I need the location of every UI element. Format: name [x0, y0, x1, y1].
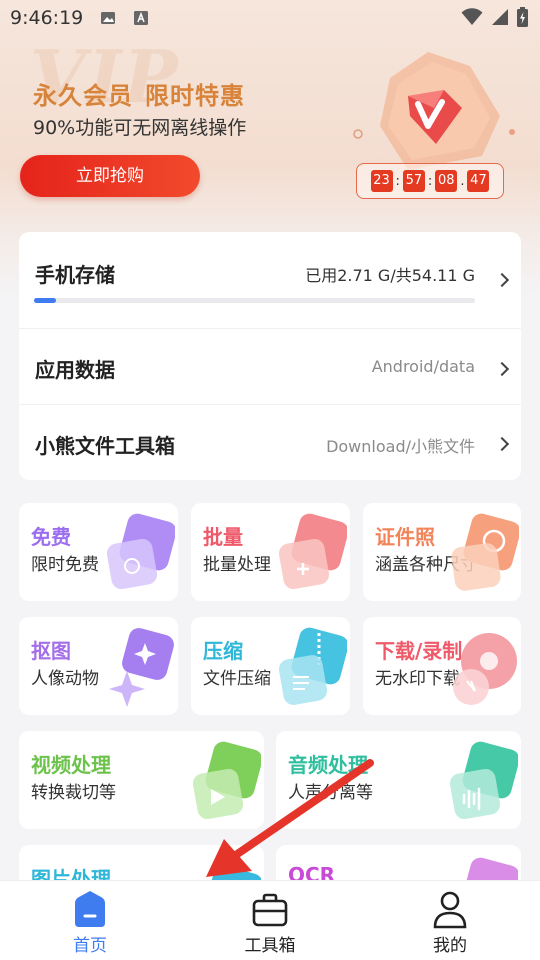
- storage-card: 手机存储 已用2.71 G/共54.11 G 应用数据 Android/data…: [19, 232, 521, 480]
- app-data-path: Android/data: [371, 357, 475, 376]
- tile-subtitle: 人像动物: [31, 669, 99, 689]
- phone-storage-row[interactable]: 手机存储 已用2.71 G/共54.11 G: [19, 232, 521, 328]
- download-disc-icon: [453, 633, 517, 705]
- status-time: 9:46:19: [10, 7, 84, 29]
- promo-title: 永久会员 限时特惠: [33, 76, 257, 111]
- chevron-right-icon: [494, 361, 510, 377]
- tile-free[interactable]: 免费 限时免费: [19, 503, 178, 601]
- briefcase-icon: [252, 893, 288, 927]
- nav-mine[interactable]: 我的: [360, 881, 540, 960]
- tile-download-record[interactable]: 下载/录制 无水印下载: [363, 617, 521, 715]
- tile-subtitle: 转换裁切等: [31, 783, 116, 803]
- nav-toolbox-label: 工具箱: [244, 936, 296, 956]
- storage-progress-bar: [34, 298, 475, 303]
- countdown-timer: 23 : 57 : 08 . 47: [356, 163, 504, 199]
- bottom-navigation: 首页 工具箱 我的: [0, 880, 540, 960]
- nav-home-label: 首页: [73, 936, 107, 956]
- user-profile-icon: [433, 891, 467, 929]
- gallery-notification-icon: [101, 12, 115, 24]
- buy-now-button[interactable]: 立即抢购: [20, 155, 200, 197]
- vip-diamond-icon: [353, 52, 515, 170]
- pointer-arrow-annotation: [206, 759, 374, 877]
- nav-mine-label: 我的: [433, 936, 467, 956]
- chevron-right-icon: [494, 436, 510, 452]
- tile-batch[interactable]: 批量 批量处理: [191, 503, 350, 601]
- app-data-row[interactable]: 应用数据 Android/data: [19, 329, 521, 404]
- promo-title-lifetime: 永久会员: [33, 82, 133, 110]
- id-photo-camera-icon: [451, 513, 519, 591]
- home-icon: [75, 891, 105, 927]
- tile-compress[interactable]: 压缩 文件压缩: [191, 617, 350, 715]
- tile-title: 批量: [203, 525, 243, 549]
- gift-card-icon: [106, 513, 175, 590]
- tile-subtitle: 无水印下载: [375, 669, 460, 689]
- countdown-minutes: 57: [402, 170, 425, 192]
- nav-home[interactable]: 首页: [0, 881, 180, 960]
- chevron-right-icon: [494, 272, 510, 288]
- batch-plus-icon: [278, 513, 347, 590]
- tile-subtitle: 批量处理: [203, 555, 271, 575]
- tile-subtitle: 限时免费: [31, 555, 99, 575]
- toolbox-folder-title: 小熊文件工具箱: [35, 434, 175, 458]
- wifi-icon: [461, 8, 483, 25]
- audio-wave-icon: [449, 741, 518, 820]
- battery-charging-icon: [517, 7, 528, 27]
- tile-cutout[interactable]: 抠图 人像动物: [19, 617, 178, 715]
- signal-icon: [492, 9, 508, 25]
- zip-compress-icon: [278, 627, 347, 705]
- tile-title: 免费: [31, 525, 71, 549]
- status-bar: 9:46:19: [0, 0, 540, 36]
- promo-subtitle: 90%功能可无网离线操作: [33, 117, 247, 139]
- tile-id-photo[interactable]: 证件照 涵盖各种尺寸: [363, 503, 521, 601]
- app-data-title: 应用数据: [35, 358, 115, 382]
- storage-progress-fill: [34, 298, 57, 303]
- countdown-seconds: 08: [435, 170, 458, 192]
- sparkle-cutout-icon: [109, 628, 174, 707]
- tile-title: 压缩: [203, 639, 243, 663]
- font-notification-icon: [134, 11, 148, 25]
- countdown-hours: 23: [370, 170, 393, 192]
- toolbox-folder-row[interactable]: 小熊文件工具箱 Download/小熊文件: [19, 405, 521, 480]
- phone-storage-title: 手机存储: [35, 263, 115, 287]
- nav-toolbox[interactable]: 工具箱: [180, 881, 360, 960]
- tile-title: 证件照: [375, 525, 435, 549]
- promo-title-limited: 限时特惠: [145, 82, 245, 110]
- countdown-centiseconds: 47: [467, 170, 490, 192]
- tile-subtitle: 文件压缩: [203, 669, 271, 689]
- tile-title: 视频处理: [31, 753, 111, 777]
- tile-title: 抠图: [31, 639, 71, 663]
- toolbox-folder-path: Download/小熊文件: [326, 437, 475, 456]
- phone-storage-usage: 已用2.71 G/共54.11 G: [305, 266, 475, 285]
